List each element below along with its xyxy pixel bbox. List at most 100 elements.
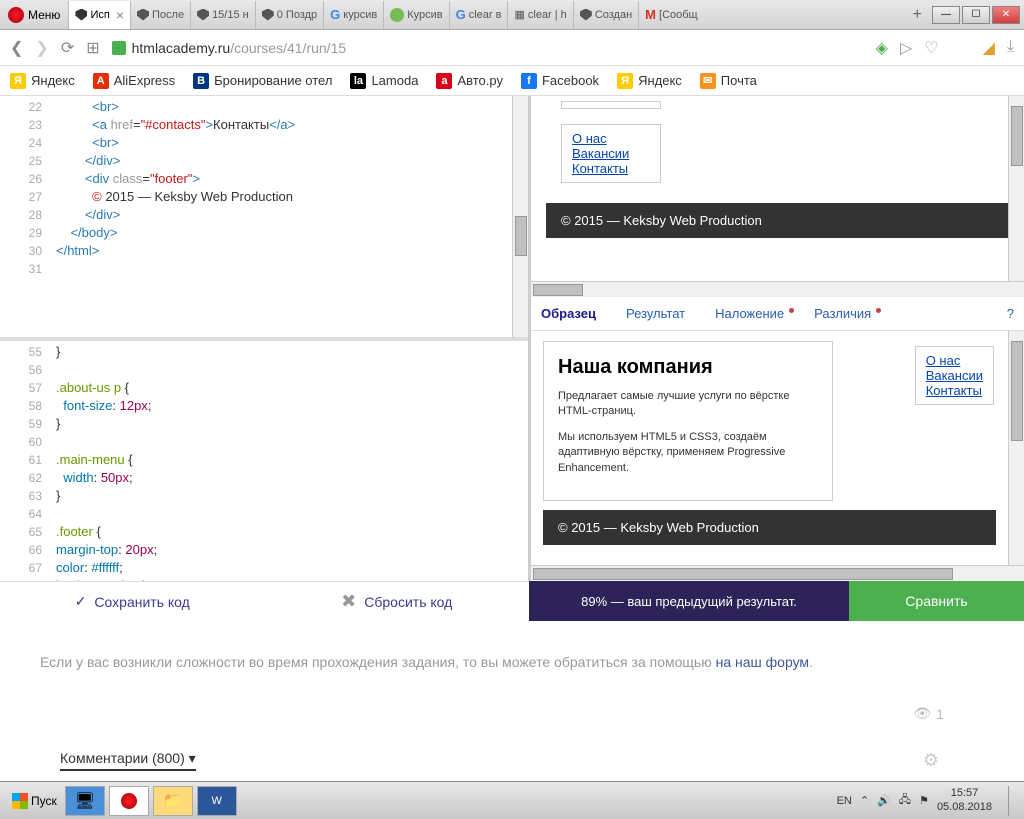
bookmark-icon: B [193,73,209,89]
url-path: /courses/41/run/15 [230,40,346,56]
h-scrollbar[interactable] [531,565,1024,581]
link-about[interactable]: О нас [572,131,650,146]
send-icon[interactable]: ▷ [900,38,912,58]
comments-toggle[interactable]: Комментарии (800) ▾ [60,750,196,771]
company-box: Наша компания Предлагает самые лучшие ус… [543,341,833,501]
navbar: ❮ ❯ ⟳ ⊞ htmlacademy.ru/courses/41/run/15… [0,30,1024,66]
browser-tab[interactable]: Курсив [383,1,448,29]
heart-icon[interactable]: ♡ [924,38,938,58]
browser-tab[interactable]: 0 Поздр [255,1,323,29]
google-icon: G [330,7,340,22]
bookmark-item[interactable]: AAliExpress [93,73,175,89]
html-editor[interactable]: 22232425262728293031 <br> <a href="#cont… [0,96,528,337]
maximize-button[interactable]: ☐ [962,6,990,24]
result-tabs: Образец Результат Наложение Различия ? [531,297,1024,331]
taskbar-explorer[interactable]: 📁 [153,786,193,816]
start-button[interactable]: Пуск [6,791,63,811]
url-bar[interactable]: htmlacademy.ru/courses/41/run/15 [112,40,864,56]
bookmark-icon: f [521,73,537,89]
sample-footer: © 2015 — Keksby Web Production [543,510,996,545]
settings-icon[interactable]: ⚙ [923,750,939,771]
css-editor[interactable]: 55565758596061626364656667686970 } .abou… [0,341,528,582]
lang-indicator[interactable]: EN [837,795,852,807]
system-tray: EN ⌃ 🔊 🖧 ⚑ 15:5705.08.2018 [837,786,1018,816]
save-button[interactable]: ✓Сохранить код [0,581,265,621]
tray-flag-icon[interactable]: ⚑ [919,794,929,807]
bookmark-item[interactable]: fFacebook [521,73,599,89]
url-host: htmlacademy.ru [132,40,231,56]
clock[interactable]: 15:5705.08.2018 [937,787,1000,813]
new-tab-button[interactable]: + [903,6,932,24]
minimize-button[interactable]: — [932,6,960,24]
check-icon: ✓ [75,593,87,610]
taskbar-app1[interactable]: 🖥 [65,786,105,816]
browser-tab[interactable]: Gкурсив [323,1,383,29]
browser-tab[interactable]: Исп× [68,1,130,29]
back-button[interactable]: ❮ [10,38,23,58]
forum-link[interactable]: на наш форум [716,654,809,670]
browser-tab[interactable]: 15/15 н [190,1,255,29]
bookmark-item[interactable]: ЯЯндекс [10,73,75,89]
cube-icon[interactable]: ◈ [876,38,888,58]
bookmark-item[interactable]: aАвто.ру [436,73,503,89]
tab-diff[interactable]: Различия [814,306,871,321]
browser-tab[interactable]: M[Сообщ [638,1,703,29]
x-icon: ✖ [341,591,356,612]
bookmark-item[interactable]: ✉Почта [700,73,757,89]
opera-menu[interactable]: Меню [0,7,68,23]
tab-result[interactable]: Результат [626,306,685,321]
tab-overlay[interactable]: Наложение [715,306,784,321]
tab-help[interactable]: ? [1007,306,1014,321]
bookmark-icon[interactable]: ◢ [983,38,995,58]
h-scrollbar[interactable] [531,281,1024,297]
bookmark-icon: Я [10,73,26,89]
windows-icon [12,793,28,809]
result-score: 89% — ваш предыдущий результат. [529,581,849,621]
google-icon: G [456,7,466,22]
editor-column: 22232425262728293031 <br> <a href="#cont… [0,96,528,581]
download-icon[interactable]: ⤓ [1007,38,1014,58]
window-controls: — ☐ ✕ [932,6,1024,24]
scrollbar[interactable] [512,96,528,337]
link-contacts[interactable]: Контакты [572,161,650,176]
help-text: Если у вас возникли сложности во время п… [0,621,1024,703]
shield-icon [197,9,209,21]
lock-icon [112,41,126,55]
browser-tab[interactable]: Создан [573,1,638,29]
tab-sample[interactable]: Образец [541,306,596,321]
speed-dial-button[interactable]: ⊞ [86,38,99,58]
slink-about[interactable]: О нас [926,353,983,368]
preview-sample: Наша компания Предлагает самые лучшие ус… [531,331,1024,565]
tray-network-icon[interactable]: 🖧 [899,791,911,810]
taskbar-opera[interactable] [109,786,149,816]
compare-button[interactable]: Сравнить [849,581,1024,621]
reload-button[interactable]: ⟳ [61,38,74,58]
titlebar: Меню Исп×После15/15 н0 ПоздрGкурсивКурси… [0,0,1024,30]
company-p1: Предлагает самые лучшие услуги по вёрстк… [558,389,818,420]
browser-tab[interactable]: ▦clear | h [507,1,572,29]
company-title: Наша компания [558,356,818,379]
close-button[interactable]: ✕ [992,6,1020,24]
tray-chevron-icon[interactable]: ⌃ [860,794,869,807]
scrollbar[interactable] [1008,331,1024,565]
bookmark-icon: ✉ [700,73,716,89]
close-tab-icon[interactable]: × [116,7,124,23]
slink-vacancies[interactable]: Вакансии [926,368,983,383]
scrollbar[interactable] [1008,96,1024,281]
bookmark-item[interactable]: laLamoda [350,73,418,89]
bookmark-item[interactable]: ЯЯндекс [617,73,682,89]
show-desktop[interactable] [1008,786,1018,816]
link-vacancies[interactable]: Вакансии [572,146,650,161]
browser-tab[interactable]: После [130,1,190,29]
tray-volume-icon[interactable]: 🔊 [877,794,891,807]
forward-button[interactable]: ❯ [35,38,48,58]
eye-icon: 👁 [913,705,931,722]
preview-menu: О нас Вакансии Контакты [561,124,661,183]
bookmark-item[interactable]: BБронирование отел [193,73,332,89]
taskbar-word[interactable]: W [197,786,237,816]
preview-column: О нас Вакансии Контакты © 2015 — Keksby … [528,96,1024,581]
slink-contacts[interactable]: Контакты [926,383,983,398]
browser-tab[interactable]: Gclear в [449,1,508,29]
shield-icon [262,9,274,21]
reset-button[interactable]: ✖Сбросить код [265,581,530,621]
